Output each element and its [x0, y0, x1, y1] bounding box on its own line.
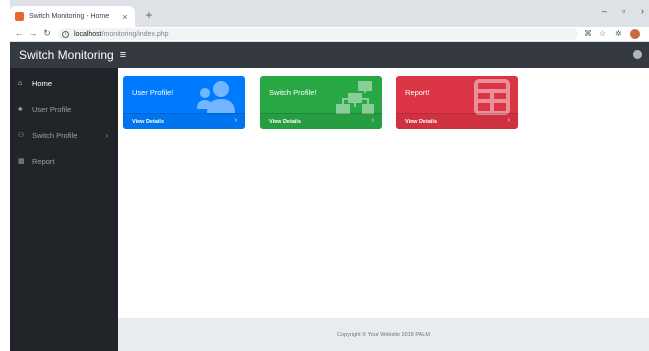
- browser-tab[interactable]: Switch Monitoring - Home ×: [10, 6, 135, 27]
- sidebar-item-label: Report: [32, 156, 55, 166]
- card-title: Report!: [405, 88, 430, 97]
- app-navbar: Switch Monitoring ≡: [10, 42, 649, 68]
- users-icon: ♣: [18, 105, 23, 113]
- view-details-link[interactable]: View Details: [405, 119, 437, 125]
- sitemap-icon: ⚇: [18, 132, 25, 139]
- main-content: User Profile! View Details › Switch Prof…: [118, 68, 649, 318]
- sidebar-toggle-button[interactable]: ≡: [120, 49, 126, 61]
- sidebar: ⌂ Home ♣ User Profile ⚇ Switch Profile ›…: [10, 68, 118, 351]
- new-tab-button[interactable]: +: [142, 8, 156, 22]
- extension-icon[interactable]: ✲: [615, 29, 622, 38]
- tab-strip: Switch Monitoring - Home × + – ▫ ›: [10, 0, 649, 27]
- sidebar-item-label: Switch Profile: [32, 130, 78, 140]
- address-bar-row: ← → ↻ i localhost /monitoring/index.php …: [10, 27, 649, 42]
- table-icon: ▦: [18, 158, 25, 165]
- sidebar-item-home[interactable]: ⌂ Home: [10, 70, 118, 96]
- sidebar-item-switch-profile[interactable]: ⚇ Switch Profile ›: [10, 122, 118, 148]
- page-footer: Copyright © Your Website 2018 PALM: [118, 318, 649, 351]
- close-window-button[interactable]: ›: [641, 6, 644, 16]
- card-footer-link[interactable]: View Details ›: [123, 113, 245, 129]
- sidebar-item-label: User Profile: [32, 104, 72, 114]
- card-footer-link[interactable]: View Details ›: [260, 113, 382, 129]
- chevron-right-icon: ›: [105, 130, 108, 140]
- users-icon: [197, 81, 235, 113]
- card-user-profile: User Profile! View Details ›: [123, 76, 245, 129]
- sitemap-icon: [336, 81, 374, 114]
- card-title: User Profile!: [132, 88, 174, 97]
- url-bar[interactable]: i localhost /monitoring/index.php: [58, 28, 578, 40]
- sidebar-item-user-profile[interactable]: ♣ User Profile: [10, 96, 118, 122]
- table-icon: [474, 79, 510, 115]
- user-icon[interactable]: [633, 50, 642, 59]
- url-host: localhost: [74, 30, 102, 38]
- tab-close-icon[interactable]: ×: [120, 12, 130, 22]
- card-footer-link[interactable]: View Details ›: [396, 113, 518, 129]
- chevron-right-icon: ›: [507, 117, 510, 124]
- browser-window: Switch Monitoring - Home × + – ▫ › ← → ↻…: [10, 0, 649, 351]
- forward-icon[interactable]: →: [28, 28, 38, 38]
- profile-avatar[interactable]: [630, 29, 640, 39]
- chevron-right-icon: ›: [234, 117, 237, 124]
- copyright-text: Copyright © Your Website 2018 PALM: [337, 331, 430, 338]
- sidebar-item-label: Home: [32, 78, 53, 88]
- translate-icon[interactable]: ⌘: [584, 29, 592, 38]
- chevron-right-icon: ›: [371, 117, 374, 124]
- bookmark-star-icon[interactable]: ☆: [599, 29, 606, 38]
- site-info-icon[interactable]: i: [62, 30, 69, 38]
- reload-icon[interactable]: ↻: [42, 28, 52, 39]
- tab-title: Switch Monitoring - Home: [29, 13, 110, 20]
- view-details-link[interactable]: View Details: [132, 119, 164, 125]
- card-switch-profile: Switch Profile! View Details ›: [260, 76, 382, 129]
- view-details-link[interactable]: View Details: [269, 119, 301, 125]
- url-path: /monitoring/index.php: [101, 30, 169, 38]
- restore-button[interactable]: ▫: [622, 6, 625, 16]
- home-icon: ⌂: [18, 79, 23, 87]
- back-icon[interactable]: ←: [14, 28, 24, 38]
- card-report: Report! View Details ›: [396, 76, 518, 129]
- brand-title[interactable]: Switch Monitoring: [19, 48, 114, 62]
- minimize-button[interactable]: –: [602, 6, 607, 16]
- sidebar-item-report[interactable]: ▦ Report: [10, 148, 118, 174]
- card-title: Switch Profile!: [269, 88, 317, 97]
- favicon-icon: [15, 12, 24, 21]
